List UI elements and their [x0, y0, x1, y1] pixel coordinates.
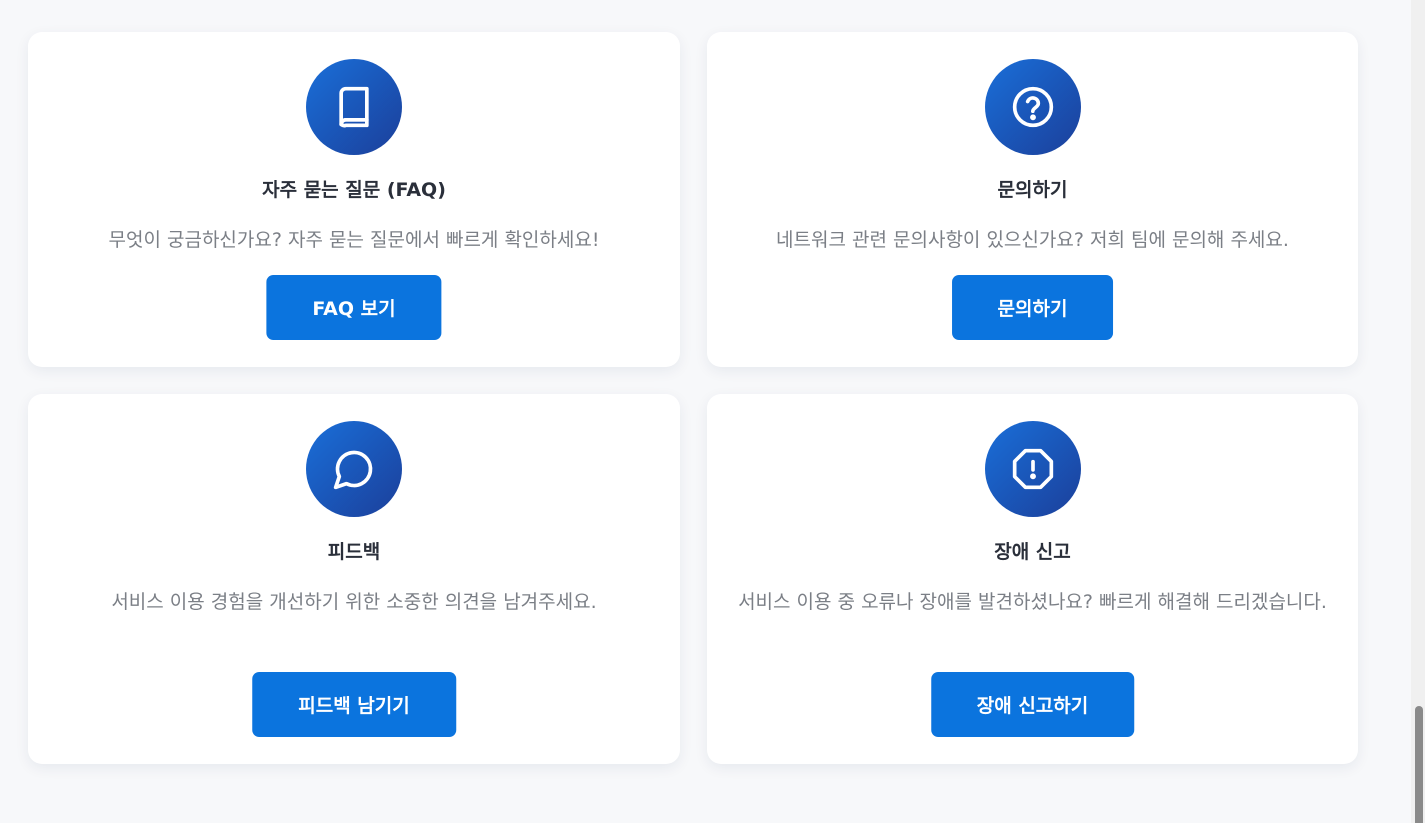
- incident-report-card: 장애 신고 서비스 이용 중 오류나 장애를 발견하셨나요? 빠르게 해결해 드…: [707, 394, 1358, 764]
- inquiry-button[interactable]: 문의하기: [951, 275, 1114, 340]
- inquiry-card: 문의하기 네트워크 관련 문의사항이 있으신가요? 저희 팀에 문의해 주세요.…: [707, 32, 1358, 367]
- support-cards-grid: 자주 묻는 질문 (FAQ) 무엇이 궁금하신가요? 자주 묻는 질문에서 빠르…: [28, 32, 1358, 764]
- feedback-icon-circle: [306, 421, 402, 517]
- feedback-card: 피드백 서비스 이용 경험을 개선하기 위한 소중한 의견을 남겨주세요. 피드…: [28, 394, 680, 764]
- alert-octagon-icon: [1012, 448, 1053, 490]
- vertical-scrollbar[interactable]: [1411, 0, 1425, 823]
- faq-icon-circle: [306, 59, 402, 155]
- incident-card-title: 장애 신고: [994, 541, 1071, 563]
- faq-card-title: 자주 묻는 질문 (FAQ): [262, 179, 446, 201]
- inquiry-icon-circle: [984, 59, 1081, 155]
- faq-card: 자주 묻는 질문 (FAQ) 무엇이 궁금하신가요? 자주 묻는 질문에서 빠르…: [28, 32, 680, 367]
- feedback-card-title: 피드백: [327, 541, 381, 563]
- report-incident-button[interactable]: 장애 신고하기: [930, 672, 1135, 737]
- faq-view-button[interactable]: FAQ 보기: [266, 275, 442, 340]
- faq-card-description: 무엇이 궁금하신가요? 자주 묻는 질문에서 빠르게 확인하세요!: [108, 229, 600, 251]
- chat-bubble-icon: [333, 450, 373, 490]
- feedback-card-description: 서비스 이용 경험을 개선하기 위한 소중한 의견을 남겨주세요.: [111, 591, 597, 613]
- scrollbar-thumb[interactable]: [1415, 706, 1423, 823]
- question-circle-icon: [1012, 86, 1053, 128]
- book-icon: [339, 86, 369, 128]
- leave-feedback-button[interactable]: 피드백 남기기: [252, 672, 456, 737]
- incident-card-description: 서비스 이용 중 오류나 장애를 발견하셨나요? 빠르게 해결해 드리겠습니다.: [738, 591, 1327, 613]
- inquiry-card-description: 네트워크 관련 문의사항이 있으신가요? 저희 팀에 문의해 주세요.: [776, 229, 1289, 251]
- inquiry-card-title: 문의하기: [997, 179, 1068, 201]
- incident-icon-circle: [984, 421, 1081, 517]
